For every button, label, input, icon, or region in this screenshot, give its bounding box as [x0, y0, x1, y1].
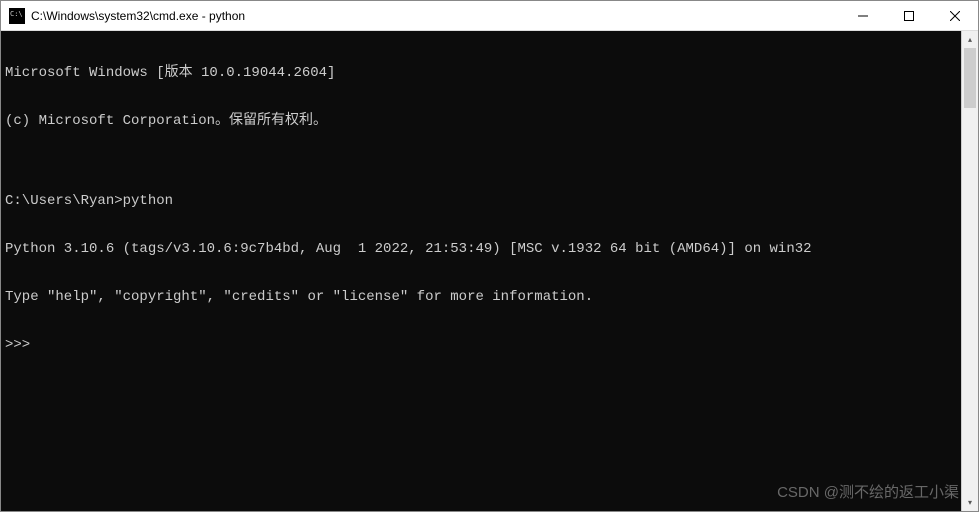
minimize-icon [858, 11, 868, 21]
cmd-icon [9, 8, 25, 24]
titlebar[interactable]: C:\Windows\system32\cmd.exe - python [1, 1, 978, 31]
terminal-line: >>> [5, 337, 957, 353]
terminal-line: (c) Microsoft Corporation。保留所有权利。 [5, 113, 957, 129]
terminal-area: Microsoft Windows [版本 10.0.19044.2604] (… [1, 31, 978, 511]
minimize-button[interactable] [840, 1, 886, 30]
terminal-line: C:\Users\Ryan>python [5, 193, 957, 209]
scroll-thumb[interactable] [964, 48, 976, 108]
maximize-icon [904, 11, 914, 21]
close-icon [950, 11, 960, 21]
scroll-track[interactable] [962, 48, 978, 494]
terminal-line: Microsoft Windows [版本 10.0.19044.2604] [5, 65, 957, 81]
terminal-content[interactable]: Microsoft Windows [版本 10.0.19044.2604] (… [1, 31, 961, 511]
vertical-scrollbar[interactable]: ▴ ▾ [961, 31, 978, 511]
terminal-line: Python 3.10.6 (tags/v3.10.6:9c7b4bd, Aug… [5, 241, 957, 257]
scroll-down-arrow[interactable]: ▾ [962, 494, 978, 511]
scroll-up-arrow[interactable]: ▴ [962, 31, 978, 48]
window-controls [840, 1, 978, 30]
window-title: C:\Windows\system32\cmd.exe - python [31, 9, 840, 23]
cmd-window: C:\Windows\system32\cmd.exe - python Mic… [0, 0, 979, 512]
maximize-button[interactable] [886, 1, 932, 30]
close-button[interactable] [932, 1, 978, 30]
terminal-line: Type "help", "copyright", "credits" or "… [5, 289, 957, 305]
